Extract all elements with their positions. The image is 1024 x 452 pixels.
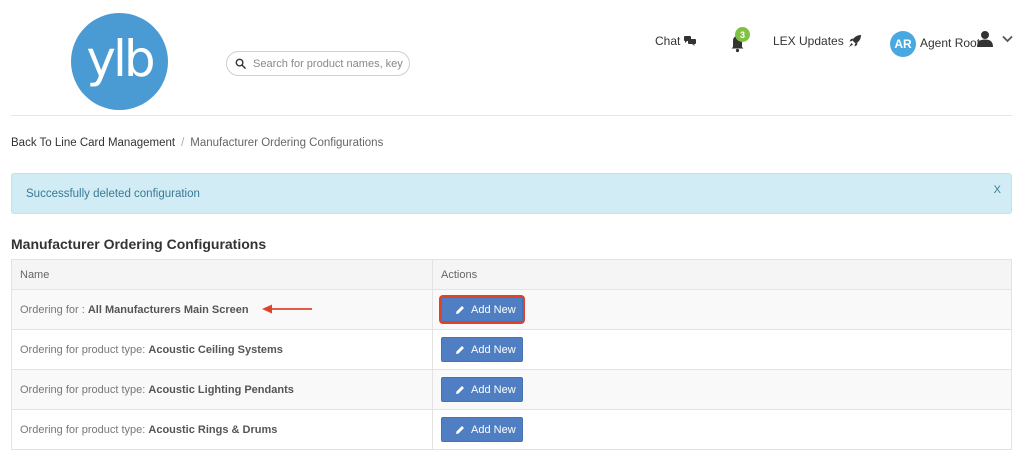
pencil-icon bbox=[456, 425, 464, 434]
search-icon bbox=[235, 58, 246, 69]
pencil-icon bbox=[456, 385, 464, 394]
arrow-left-icon bbox=[262, 304, 312, 314]
table-header-row: Name Actions bbox=[11, 259, 1012, 290]
add-new-label: Add New bbox=[471, 423, 516, 436]
row-actions-cell: Add New bbox=[432, 329, 1012, 370]
add-new-label: Add New bbox=[471, 303, 516, 316]
column-header-name: Name bbox=[11, 259, 433, 290]
search-box[interactable] bbox=[226, 51, 410, 76]
row-name: Acoustic Ceiling Systems bbox=[148, 343, 283, 356]
row-actions-cell: Add New bbox=[432, 409, 1012, 450]
chat-link[interactable]: Chat bbox=[655, 34, 697, 48]
breadcrumb-separator: / bbox=[181, 137, 185, 149]
section-title: Manufacturer Ordering Configurations bbox=[11, 236, 267, 252]
table-row: Ordering for product type: Acoustic Ring… bbox=[11, 409, 1012, 450]
chat-label: Chat bbox=[655, 34, 681, 48]
pencil-icon bbox=[456, 305, 464, 314]
search-input[interactable] bbox=[253, 57, 403, 70]
table-row: Ordering for : All Manufacturers Main Sc… bbox=[11, 289, 1012, 330]
user-name[interactable]: Agent Root bbox=[920, 36, 980, 50]
row-prefix: Ordering for product type: bbox=[20, 423, 149, 436]
row-prefix: Ordering for : bbox=[20, 303, 88, 316]
row-name-cell: Ordering for product type: Acoustic Ring… bbox=[11, 409, 433, 450]
table-row: Ordering for product type: Acoustic Ligh… bbox=[11, 369, 1012, 410]
row-actions-cell: Add New bbox=[432, 369, 1012, 410]
row-name: Acoustic Rings & Drums bbox=[148, 423, 278, 436]
avatar[interactable]: AR bbox=[890, 31, 916, 57]
add-new-button[interactable]: Add New bbox=[441, 377, 523, 402]
lex-updates-link[interactable]: LEX Updates bbox=[773, 34, 862, 48]
row-name: All Manufacturers Main Screen bbox=[87, 303, 249, 316]
breadcrumb-current: Manufacturer Ordering Configurations bbox=[190, 137, 384, 149]
column-header-actions: Actions bbox=[432, 259, 1012, 290]
row-prefix: Ordering for product type: bbox=[20, 383, 149, 396]
notification-badge: 3 bbox=[735, 27, 750, 42]
add-new-button[interactable]: Add New bbox=[441, 297, 523, 322]
header-divider bbox=[11, 115, 1012, 116]
alert-message: Successfully deleted configuration bbox=[26, 188, 200, 200]
logo-text: ylb bbox=[86, 29, 155, 88]
alert-close-button[interactable]: X bbox=[994, 184, 1001, 196]
lex-updates-label: LEX Updates bbox=[773, 34, 844, 48]
header: ylb Chat 3 LEX Updates AR Agent Root bbox=[0, 0, 1024, 116]
chevron-down-icon[interactable] bbox=[1002, 35, 1013, 43]
add-new-label: Add New bbox=[471, 383, 516, 396]
rocket-icon bbox=[848, 35, 861, 47]
add-new-label: Add New bbox=[471, 343, 516, 356]
breadcrumb-back-link[interactable]: Back To Line Card Management bbox=[11, 137, 175, 149]
pencil-icon bbox=[456, 345, 464, 354]
row-name-cell: Ordering for product type: Acoustic Ceil… bbox=[11, 329, 433, 370]
breadcrumb: Back To Line Card Management / Manufactu… bbox=[11, 137, 383, 149]
user-icon[interactable] bbox=[977, 30, 993, 47]
row-name-cell: Ordering for product type: Acoustic Ligh… bbox=[11, 369, 433, 410]
table-row: Ordering for product type: Acoustic Ceil… bbox=[11, 329, 1012, 370]
configurations-table: Name Actions Ordering for : All Manufact… bbox=[11, 259, 1012, 450]
row-prefix: Ordering for product type: bbox=[20, 343, 149, 356]
chat-icon bbox=[684, 36, 697, 46]
row-name-cell: Ordering for : All Manufacturers Main Sc… bbox=[11, 289, 433, 330]
logo[interactable]: ylb bbox=[71, 13, 168, 110]
row-name: Acoustic Lighting Pendants bbox=[148, 383, 294, 396]
add-new-button[interactable]: Add New bbox=[441, 337, 523, 362]
add-new-button[interactable]: Add New bbox=[441, 417, 523, 442]
row-actions-cell: Add New bbox=[432, 289, 1012, 330]
success-alert: Successfully deleted configuration X bbox=[11, 173, 1012, 214]
